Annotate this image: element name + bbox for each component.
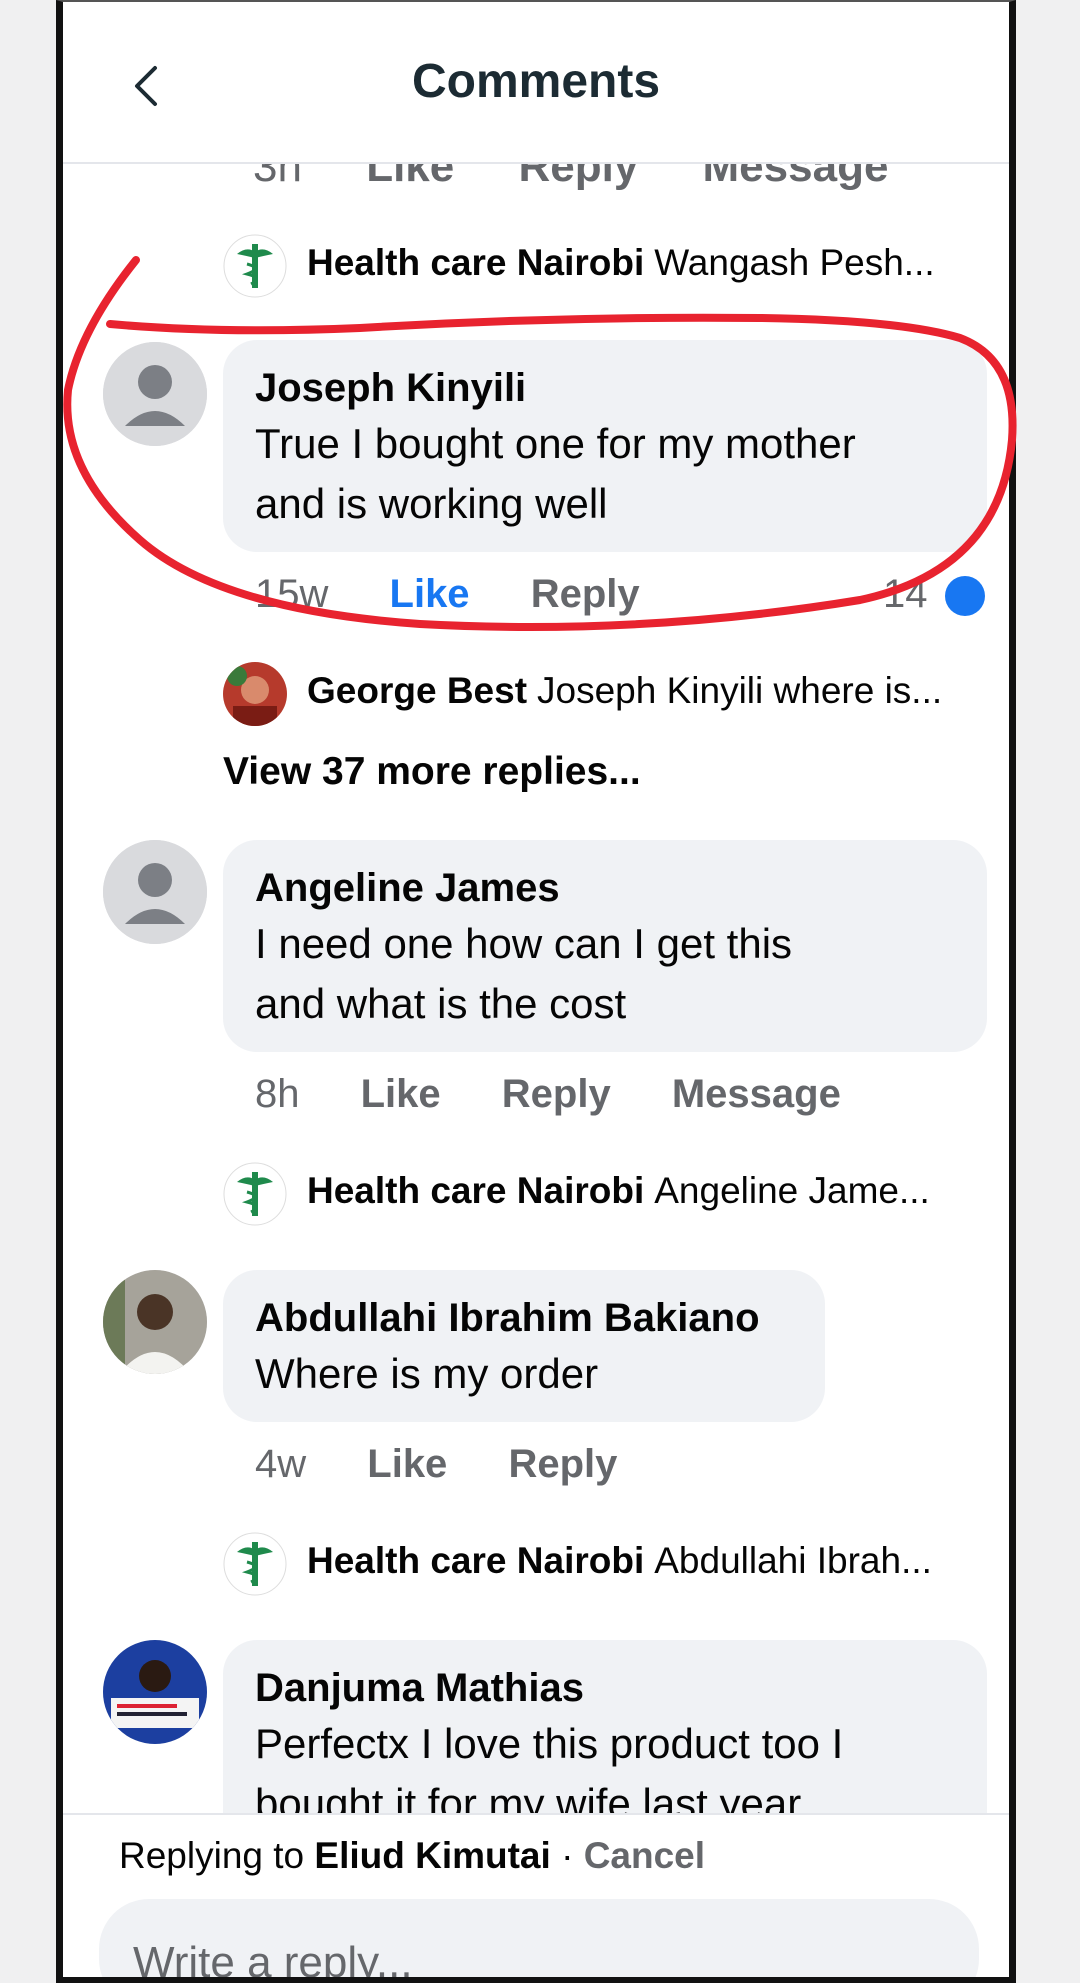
comment-text-line: I need one how can I get this — [255, 920, 793, 967]
comment-bubble[interactable]: Abdullahi Ibrahim Bakiano Where is my or… — [223, 1270, 825, 1422]
reply-snippet: Wangash Pesh... — [654, 242, 935, 283]
health-care-logo-avatar — [223, 1162, 287, 1226]
top-bar: Comments — [63, 2, 1009, 164]
comment-time: 15w — [255, 572, 329, 616]
health-care-logo-avatar — [223, 234, 287, 298]
comment-text-line: Perfectx I love this product too I — [255, 1720, 844, 1767]
reply-preview[interactable]: George Best Joseph Kinyili where is... — [223, 662, 979, 732]
reply-preview[interactable]: Health care Nairobi Wangash Pesh... — [223, 234, 979, 304]
avatar[interactable] — [103, 1640, 207, 1744]
comment-author[interactable]: Danjuma Mathias — [255, 1662, 957, 1714]
view-more-replies-link[interactable]: View 37 more replies... — [223, 750, 641, 794]
cancel-reply-button[interactable]: Cancel — [584, 1835, 705, 1876]
comment-bubble[interactable]: Joseph Kinyili True I bought one for my … — [223, 340, 987, 552]
reply-author[interactable]: George Best — [307, 670, 527, 711]
reply-author[interactable]: Health care Nairobi — [307, 242, 644, 283]
comment-author[interactable]: Joseph Kinyili — [255, 362, 957, 414]
comment-author[interactable]: Abdullahi Ibrahim Bakiano — [255, 1292, 795, 1344]
comment-text-line: True I bought one for my mother — [255, 420, 856, 467]
replying-to-name: Eliud Kimutai — [314, 1835, 551, 1876]
reply-composer: Replying to Eliud Kimutai · Cancel — [63, 1813, 1009, 1977]
comment-text-line: Where is my order — [255, 1350, 599, 1397]
like-button[interactable]: Like — [390, 572, 470, 616]
reply-preview[interactable]: Health care Nairobi Angeline Jame... — [223, 1162, 979, 1232]
comment-time: 8h — [255, 1072, 300, 1116]
reply-snippet: Abdullahi Ibrah... — [654, 1540, 932, 1581]
replying-prefix: Replying to — [119, 1835, 305, 1876]
reply-button[interactable]: Reply — [502, 1072, 611, 1116]
message-button[interactable]: Message — [672, 1072, 841, 1116]
reply-author[interactable]: Health care Nairobi — [307, 1540, 644, 1581]
reply-button[interactable]: Reply — [508, 1442, 617, 1486]
reply-preview[interactable]: Health care Nairobi Abdullahi Ibrah... — [223, 1532, 979, 1602]
comment-bubble[interactable]: Angeline James I need one how can I get … — [223, 840, 987, 1052]
app-frame: 3h Like Reply Message Health care Nairob… — [56, 0, 1016, 1983]
comment-text-line: and what is the cost — [255, 980, 627, 1027]
avatar[interactable] — [103, 342, 207, 446]
reply-author[interactable]: Health care Nairobi — [307, 1170, 644, 1211]
like-button[interactable]: Like — [367, 1442, 447, 1486]
reply-snippet: Joseph Kinyili where is... — [537, 670, 943, 711]
comment-time: 4w — [255, 1442, 307, 1486]
comment-author[interactable]: Angeline James — [255, 862, 957, 914]
like-button[interactable]: Like — [361, 1072, 441, 1116]
avatar[interactable] — [103, 840, 207, 944]
reaction-count-value: 14 — [883, 572, 928, 616]
george-best-avatar — [223, 662, 287, 726]
health-care-logo-avatar — [223, 1532, 287, 1596]
comment-actions: 15w Like Reply — [255, 572, 690, 617]
comment-actions: 4w Like Reply — [255, 1442, 667, 1487]
like-reaction-icon — [944, 576, 985, 617]
comment-text-line: and is working well — [255, 480, 608, 527]
reaction-count[interactable]: 14 — [883, 572, 985, 617]
reply-input[interactable] — [99, 1899, 979, 1977]
reply-snippet: Angeline Jame... — [654, 1170, 930, 1211]
comments-list[interactable]: 3h Like Reply Message Health care Nairob… — [63, 2, 1009, 1977]
replying-to-banner: Replying to Eliud Kimutai · Cancel — [119, 1835, 705, 1877]
reply-button[interactable]: Reply — [531, 572, 640, 616]
avatar[interactable] — [103, 1270, 207, 1374]
comment-actions: 8h Like Reply Message — [255, 1072, 891, 1117]
separator: · — [550, 1835, 584, 1876]
page-title: Comments — [411, 55, 661, 108]
